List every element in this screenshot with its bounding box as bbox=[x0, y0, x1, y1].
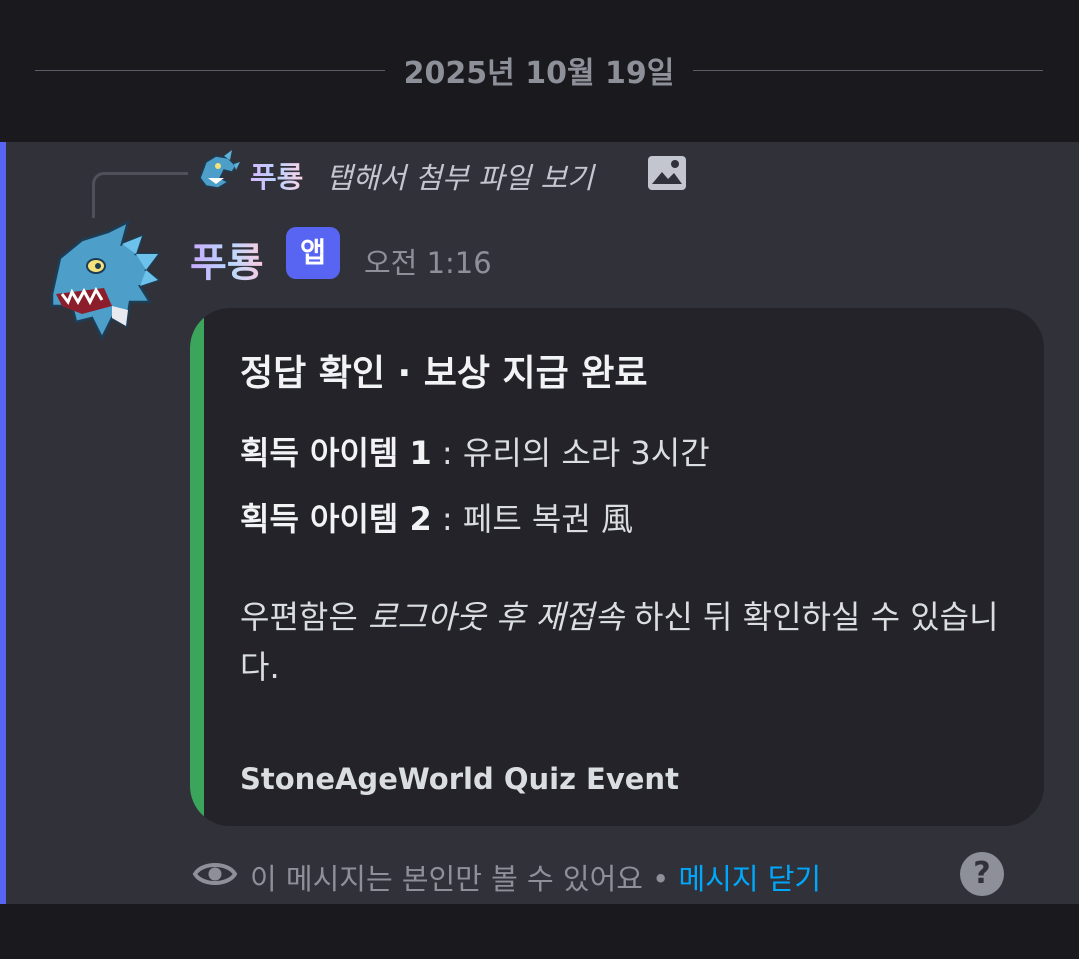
embed-field-1: 획득 아이템 1 : 유리의 소라 3시간 bbox=[240, 428, 710, 474]
reply-connector bbox=[92, 172, 188, 218]
embed-card: 정답 확인 · 보상 지급 완료 획득 아이템 1 : 유리의 소라 3시간 획… bbox=[190, 308, 1044, 826]
author-avatar[interactable] bbox=[42, 214, 160, 340]
highlight-accent-bar bbox=[0, 142, 6, 904]
embed-desc-italic: 로그아웃 후 재접속 bbox=[367, 598, 624, 636]
date-divider: 2025년 10월 19일 bbox=[0, 0, 1079, 142]
embed-desc-before: 우편함은 bbox=[240, 598, 368, 636]
embed-title: 정답 확인 · 보상 지급 완료 bbox=[240, 353, 648, 394]
date-label: 2025년 10월 19일 bbox=[403, 56, 675, 91]
embed-field-1-label: 획득 아이템 1 bbox=[240, 434, 432, 472]
embed-description: 우편함은 로그아웃 후 재접속 하신 뒤 확인하실 수 있습니다. bbox=[240, 592, 1000, 692]
ephemeral-message[interactable]: 푸룡 탭해서 첨부 파일 보기 푸룡 앱 오전 1:16 정답 확인 · 보상 … bbox=[0, 142, 1079, 904]
chat-view: 2025년 10월 19일 푸룡 탭해서 첨부 파일 보기 푸룡 앱 오전 1:… bbox=[0, 0, 1079, 959]
question-circle-icon[interactable]: ? bbox=[960, 852, 1004, 896]
dismiss-message-link[interactable]: 메시지 닫기 bbox=[678, 862, 821, 896]
ephemeral-notice: 이 메시지는 본인만 볼 수 있어요 • 메시지 닫기 bbox=[250, 856, 821, 898]
embed-field-2: 획득 아이템 2 : 페트 복권 風 bbox=[240, 494, 633, 540]
reply-author-name[interactable]: 푸룡 bbox=[250, 154, 303, 196]
embed-field-2-label: 획득 아이템 2 bbox=[240, 500, 432, 538]
reply-avatar[interactable] bbox=[194, 148, 240, 194]
embed-color-bar bbox=[190, 308, 204, 826]
embed-footer: StoneAgeWorld Quiz Event bbox=[240, 762, 679, 796]
message-timestamp: 오전 1:16 bbox=[364, 246, 492, 280]
app-badge: 앱 bbox=[286, 227, 340, 279]
divider-line-right bbox=[693, 70, 1043, 71]
divider-line-left bbox=[35, 70, 385, 71]
embed-field-2-value: : 페트 복권 風 bbox=[431, 500, 633, 538]
ephemeral-notice-row: 이 메시지는 본인만 볼 수 있어요 • 메시지 닫기 ? bbox=[192, 852, 1012, 896]
ephemeral-notice-text: 이 메시지는 본인만 볼 수 있어요 bbox=[250, 862, 643, 896]
author-name[interactable]: 푸룡 bbox=[190, 230, 264, 288]
reply-preview-text[interactable]: 탭해서 첨부 파일 보기 bbox=[326, 155, 594, 197]
image-icon bbox=[648, 156, 686, 190]
notice-separator: • bbox=[642, 862, 679, 896]
eye-icon bbox=[192, 863, 238, 885]
embed-field-1-value: : 유리의 소라 3시간 bbox=[431, 434, 710, 472]
bottom-area bbox=[0, 904, 1079, 959]
